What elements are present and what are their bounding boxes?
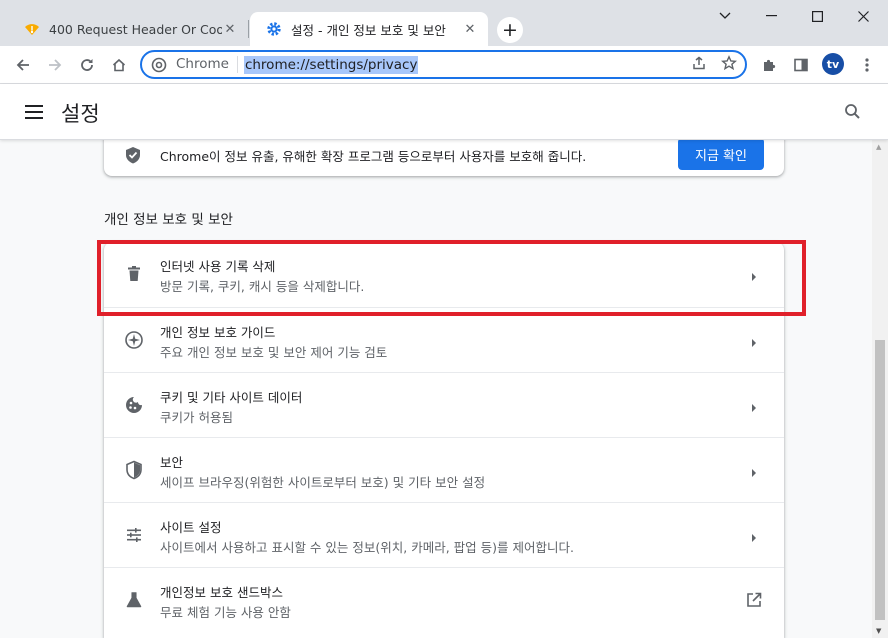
row-subtitle: 쿠키가 허용됨 (160, 410, 233, 425)
kebab-menu-icon[interactable] (855, 53, 879, 77)
side-panel-icon[interactable] (789, 53, 813, 77)
chevron-right-icon (749, 268, 759, 281)
scroll-thumb[interactable] (875, 340, 885, 620)
browser-toolbar: Chrome chrome://settings/privacy tv (0, 46, 888, 84)
row-site-settings[interactable]: 사이트 설정 사이트에서 사용하고 표시할 수 있는 정보(위치, 카메라, 팝… (104, 502, 784, 567)
row-subtitle: 무료 체험 기능 사용 안함 (160, 605, 291, 620)
row-title: 개인정보 보호 샌드박스 (160, 585, 283, 600)
omnibox-actions (691, 55, 738, 75)
address-bar[interactable]: Chrome chrome://settings/privacy (140, 50, 747, 79)
site-chip: Chrome (176, 56, 238, 73)
forward-button[interactable] (43, 53, 67, 77)
chrome-logo-icon (150, 56, 168, 74)
page-scrollbar[interactable]: ▲ ▼ (872, 140, 888, 638)
share-icon[interactable] (691, 55, 707, 75)
chevron-right-icon (749, 529, 759, 542)
row-title: 사이트 설정 (160, 520, 222, 535)
row-title: 인터넷 사용 기록 삭제 (160, 259, 276, 274)
gear-icon (266, 21, 282, 37)
close-icon[interactable]: ✕ (462, 21, 478, 37)
scroll-down-arrow-icon[interactable]: ▼ (876, 627, 881, 635)
compass-icon (124, 330, 144, 350)
external-link-icon[interactable] (745, 591, 763, 609)
tab-title: 400 Request Header Or Cookie (49, 21, 222, 37)
title-bar: 400 Request Header Or Cookie ✕ 설정 - 개인 정… (0, 0, 888, 46)
tab-title: 설정 - 개인 정보 보호 및 보안 (291, 22, 446, 38)
extensions-puzzle-icon[interactable] (757, 53, 781, 77)
row-cookies[interactable]: 쿠키 및 기타 사이트 데이터 쿠키가 허용됨 (104, 372, 784, 437)
page-title: 설정 (61, 102, 100, 126)
profile-avatar[interactable]: tv (822, 53, 844, 75)
maximize-button[interactable] (794, 2, 840, 30)
close-window-button[interactable] (840, 2, 886, 30)
tab-settings[interactable]: 설정 - 개인 정보 보호 및 보안 ✕ (250, 12, 488, 46)
check-now-button[interactable]: 지금 확인 (678, 140, 764, 170)
search-icon[interactable] (843, 102, 863, 122)
warning-wifi-icon (24, 21, 40, 37)
row-subtitle: 사이트에서 사용하고 표시할 수 있는 정보(위치, 카메라, 팝업 등)를 제… (160, 540, 574, 555)
chevron-right-icon (749, 399, 759, 412)
row-title: 쿠키 및 기타 사이트 데이터 (160, 390, 303, 405)
scroll-up-arrow-icon[interactable]: ▲ (876, 143, 881, 151)
close-icon[interactable]: ✕ (222, 21, 238, 37)
chevron-right-icon (749, 464, 759, 477)
shield-check-icon (124, 146, 142, 164)
row-subtitle: 주요 개인 정보 보호 및 보안 제어 기능 검토 (160, 345, 388, 360)
privacy-settings-list: 인터넷 사용 기록 삭제 방문 기록, 쿠키, 캐시 등을 삭제합니다. 개인 … (104, 242, 784, 638)
new-tab-button[interactable]: + (497, 17, 523, 43)
trash-icon (124, 264, 144, 284)
chevron-right-icon (749, 334, 759, 347)
safety-check-message: Chrome이 정보 유출, 유해한 확장 프로그램 등으로부터 사용자를 보호… (160, 149, 587, 164)
chevron-down-icon[interactable] (702, 2, 748, 30)
safety-check-card: Chrome이 정보 유출, 유해한 확장 프로그램 등으로부터 사용자를 보호… (104, 140, 784, 176)
shield-icon (124, 460, 144, 480)
minimize-button[interactable] (748, 2, 794, 30)
reload-button[interactable] (75, 53, 99, 77)
back-button[interactable] (11, 53, 35, 77)
hamburger-menu-icon[interactable] (23, 103, 45, 121)
row-title: 보안 (160, 455, 184, 470)
row-clear-browsing-data[interactable]: 인터넷 사용 기록 삭제 방문 기록, 쿠키, 캐시 등을 삭제합니다. (104, 242, 784, 307)
row-title: 개인 정보 보호 가이드 (160, 325, 276, 340)
sliders-icon (124, 525, 144, 545)
flask-icon (124, 590, 144, 610)
section-title: 개인 정보 보호 및 보안 (104, 212, 233, 228)
tab-error-page[interactable]: 400 Request Header Or Cookie ✕ (8, 12, 249, 46)
bookmark-star-icon[interactable] (720, 55, 738, 75)
settings-header: 설정 (0, 84, 888, 140)
home-button[interactable] (107, 53, 131, 77)
row-subtitle: 세이프 브라우징(위험한 사이트로부터 보호) 및 기타 보안 설정 (160, 475, 486, 490)
settings-content: Chrome이 정보 유출, 유해한 확장 프로그램 등으로부터 사용자를 보호… (0, 140, 872, 638)
row-subtitle: 방문 기록, 쿠키, 캐시 등을 삭제합니다. (160, 279, 365, 294)
cookie-icon (124, 395, 144, 415)
url-text[interactable]: chrome://settings/privacy (243, 55, 419, 74)
row-privacy-sandbox[interactable]: 개인정보 보호 샌드박스 무료 체험 기능 사용 안함 (104, 567, 784, 632)
row-security[interactable]: 보안 세이프 브라우징(위험한 사이트로부터 보호) 및 기타 보안 설정 (104, 437, 784, 502)
row-privacy-guide[interactable]: 개인 정보 보호 가이드 주요 개인 정보 보호 및 보안 제어 기능 검토 (104, 307, 784, 372)
